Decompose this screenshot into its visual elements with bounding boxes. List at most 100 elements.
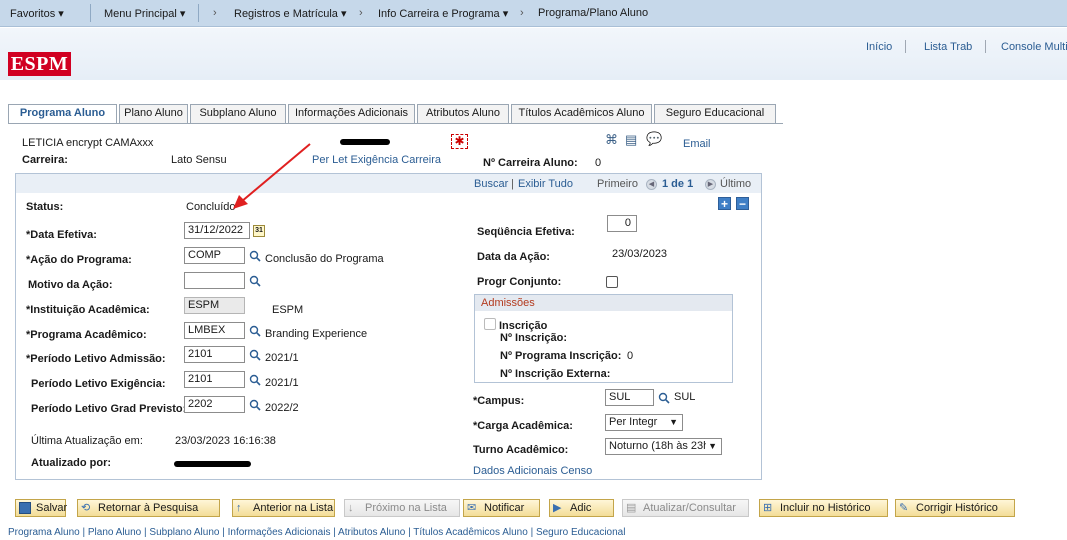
exibir-tudo-link[interactable]: Exibir Tudo [518, 178, 573, 190]
delete-row-icon[interactable]: − [736, 197, 749, 210]
adic-label: Adic [570, 502, 592, 514]
tab-seguro-educacional[interactable]: Seguro Educacional [654, 104, 776, 123]
breadcrumb-registros[interactable]: Registros e Matrícula ▾ [234, 7, 347, 20]
update-icon: ▤ [626, 502, 637, 514]
tab-programa-aluno[interactable]: Programa Aluno [8, 104, 117, 124]
breadcrumb-info-carreira[interactable]: Info Carreira e Programa ▾ [378, 7, 508, 20]
lista-trab-link[interactable]: Lista Trab [924, 41, 972, 53]
motivo-acao-input[interactable] [184, 272, 245, 289]
add-icon: ▶ [553, 502, 562, 514]
return-search-icon: ⟲ [81, 502, 91, 514]
redacted-user [174, 461, 251, 467]
instituicao-label: *Instituição Acadêmica: [26, 304, 150, 316]
acao-programa-desc: Conclusão do Programa [265, 253, 384, 265]
notify-icon: ✉ [467, 502, 477, 514]
data-acao-label: Data da Ação: [477, 251, 550, 263]
instituicao-input: ESPM [184, 297, 245, 314]
espm-logo: ESPM [8, 52, 71, 76]
calendar-icon[interactable]: 31 [253, 225, 265, 237]
carga-academica-select[interactable]: Per Integr ▼ [605, 414, 683, 431]
n-carreira-label: Nº Carreira Aluno: [483, 157, 578, 169]
data-efetiva-input[interactable]: 31/12/2022 [184, 222, 250, 239]
n-carreira-value: 0 [595, 157, 602, 169]
lookup-search-icon[interactable] [249, 275, 261, 287]
tab-informacoes-adicionais[interactable]: Informações Adicionais [288, 104, 415, 123]
lookup-search-icon[interactable] [249, 374, 261, 386]
add-row-icon[interactable]: + [718, 197, 731, 210]
grid-nav-divider: | [511, 178, 514, 190]
anterior-label: Anterior na Lista [253, 502, 334, 514]
data-efetiva-label: *Data Efetiva: [26, 229, 97, 241]
data-acao-value: 23/03/2023 [612, 248, 668, 260]
campus-input[interactable]: SUL [605, 389, 654, 406]
inicio-link[interactable]: Início [866, 41, 892, 53]
chevron-down-icon: ▼ [706, 439, 717, 454]
retornar-pesquisa-button[interactable]: ⟲ Retornar à Pesquisa [77, 499, 220, 517]
student-name: LETICIA encrypt CAMAxxx [22, 137, 154, 149]
row-count: 1 de 1 [662, 178, 694, 190]
lookup-search-icon[interactable] [249, 399, 261, 411]
notificar-label: Notificar [484, 502, 525, 514]
turno-academico-select[interactable]: Noturno (18h às 23h ▼ [605, 438, 722, 455]
progr-conjunto-checkbox[interactable] [606, 276, 618, 288]
tab-subplano-aluno[interactable]: Subplano Aluno [190, 104, 286, 123]
lookup-search-icon[interactable] [249, 250, 261, 262]
periodo-grad-input[interactable]: 2202 [184, 396, 245, 413]
lookup-search-icon[interactable] [249, 349, 261, 361]
student-card-icon[interactable]: ⌘ [605, 132, 618, 148]
tab-titulos-academicos[interactable]: Títulos Acadêmicos Aluno [511, 104, 652, 123]
menu-principal[interactable]: Menu Principal ▾ [104, 7, 185, 20]
tab-atributos-aluno[interactable]: Atributos Aluno [417, 104, 509, 123]
breadcrumb-programa-plano[interactable]: Programa/Plano Aluno [538, 7, 648, 19]
n-programa-inscricao-label: Nº Programa Inscrição: [500, 350, 622, 362]
periodo-admissao-input[interactable]: 2101 [184, 346, 245, 363]
periodo-grad-label: Período Letivo Grad Previsto: [31, 403, 187, 415]
proximo-label: Próximo na Lista [365, 502, 447, 514]
chevron-down-icon: ▼ [669, 417, 678, 427]
carreira-value: Lato Sensu [171, 154, 227, 166]
next-row-icon[interactable]: ▶ [705, 179, 716, 190]
proximo-lista-button[interactable]: ↓ Próximo na Lista [344, 499, 460, 517]
n-inscricao-label: Nº Inscrição: [500, 332, 567, 344]
incluir-label: Incluir no Histórico [780, 502, 871, 514]
n-programa-inscricao-value: 0 [627, 350, 634, 362]
breadcrumb-separator: › [520, 7, 524, 19]
favoritos-menu[interactable]: Favoritos ▾ [10, 7, 64, 20]
comment-icon[interactable]: 💬 [646, 131, 662, 147]
n-inscricao-externa-label: Nº Inscrição Externa: [500, 368, 611, 380]
previous-row-icon[interactable]: ◀ [646, 179, 657, 190]
buscar-link[interactable]: Buscar [474, 178, 508, 190]
per-let-exigencia-link[interactable]: Per Let Exigência Carreira [312, 154, 441, 166]
salvar-button[interactable]: Salvar [15, 499, 67, 517]
email-link[interactable]: Email [683, 138, 711, 150]
adic-button[interactable]: ▶ Adic [549, 499, 614, 517]
acao-programa-input[interactable]: COMP [184, 247, 245, 264]
incluir-historico-button[interactable]: ⊞ Incluir no Histórico [759, 499, 888, 517]
tab-plano-aluno[interactable]: Plano Aluno [119, 104, 188, 123]
periodo-exigencia-input[interactable]: 2101 [184, 371, 245, 388]
primeiro-label[interactable]: Primeiro [597, 178, 638, 190]
lookup-search-icon[interactable] [658, 392, 670, 404]
carreira-label: Carreira: [22, 154, 68, 166]
anterior-lista-button[interactable]: ↑ Anterior na Lista [232, 499, 335, 517]
campus-label: *Campus: [473, 395, 525, 407]
carga-academica-label: *Carga Acadêmica: [473, 420, 573, 432]
inscricao-checkbox[interactable] [484, 318, 496, 330]
corrigir-label: Corrigir Histórico [916, 502, 998, 514]
periodo-admissao-label: *Período Letivo Admissão: [26, 353, 166, 365]
atualizar-consultar-button[interactable]: ▤ Atualizar/Consultar [622, 499, 749, 517]
corrigir-historico-button[interactable]: ✎ Corrigir Histórico [895, 499, 1015, 517]
photo-icon[interactable]: ✱ [451, 134, 468, 149]
annotation-arrow-icon [233, 143, 311, 209]
lookup-search-icon[interactable] [249, 325, 261, 337]
bottom-tab-links[interactable]: Programa Aluno | Plano Aluno | Subplano … [8, 527, 625, 538]
dados-adicionais-censo-link[interactable]: Dados Adicionais Censo [473, 465, 592, 477]
ultimo-label[interactable]: Último [720, 178, 751, 190]
console-link[interactable]: Console Multic [1001, 41, 1067, 53]
programa-academico-input[interactable]: LMBEX [184, 322, 245, 339]
notificar-button[interactable]: ✉ Notificar [463, 499, 540, 517]
acao-programa-label: *Ação do Programa: [26, 254, 132, 266]
document-icon[interactable]: ▤ [625, 132, 637, 148]
instituicao-desc: ESPM [272, 304, 304, 316]
sequencia-efetiva-input[interactable]: 0 [607, 215, 637, 232]
